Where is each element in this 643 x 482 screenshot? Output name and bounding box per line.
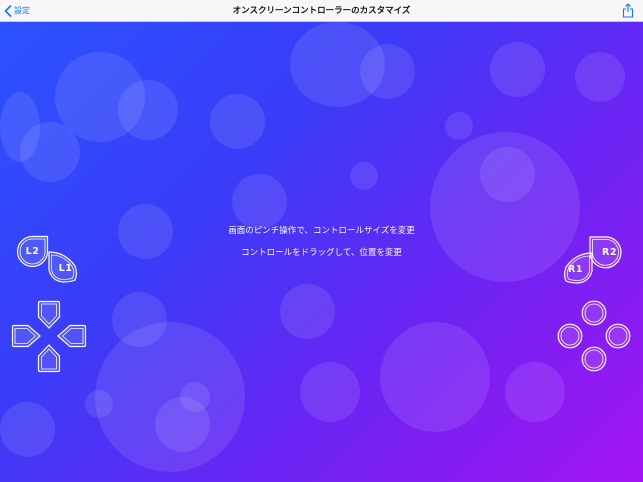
bokeh-decoration — [300, 362, 360, 422]
dpad-left[interactable] — [11, 324, 42, 348]
navigation-bar: 設定 オンスクリーンコントローラーのカスタマイズ — [0, 0, 643, 22]
bokeh-decoration — [360, 44, 415, 99]
bokeh-decoration — [290, 22, 385, 107]
bokeh-decoration — [430, 132, 580, 282]
bokeh-decoration — [505, 362, 565, 422]
bokeh-decoration — [480, 147, 535, 202]
face-button-bottom[interactable] — [581, 346, 607, 372]
bokeh-decoration — [350, 162, 378, 190]
l1-button[interactable]: L1 — [47, 250, 78, 283]
bokeh-decoration — [95, 322, 245, 472]
face-button-top[interactable] — [581, 300, 607, 326]
bokeh-decoration — [85, 390, 113, 418]
bokeh-decoration — [112, 292, 167, 347]
share-button[interactable] — [622, 3, 634, 18]
face-button-right[interactable] — [605, 323, 631, 349]
bokeh-decoration — [380, 322, 490, 432]
page-title: オンスクリーンコントローラーのカスタマイズ — [232, 6, 411, 16]
bokeh-decoration — [490, 42, 545, 97]
bokeh-decoration — [210, 94, 265, 149]
r2-button[interactable]: R2 — [588, 235, 625, 270]
bokeh-decoration — [118, 80, 178, 140]
bokeh-decoration — [575, 52, 625, 102]
bokeh-decoration — [180, 382, 210, 412]
bokeh-decoration — [0, 92, 40, 162]
bokeh-decoration — [0, 402, 55, 457]
face-button-left[interactable] — [557, 323, 583, 349]
l2-button[interactable]: L2 — [16, 235, 49, 268]
bokeh-decoration — [232, 174, 287, 229]
dpad-right[interactable] — [56, 324, 87, 348]
bokeh-decoration — [55, 52, 145, 142]
instruction-drag: コントロールをドラッグして、位置を変更 — [241, 248, 402, 258]
bokeh-decoration — [445, 112, 473, 140]
share-icon — [622, 3, 634, 18]
bokeh-decoration — [155, 397, 210, 452]
bokeh-decoration — [20, 122, 80, 182]
controller-canvas[interactable]: 画面のピンチ操作で、コントロールサイズを変更 コントロールをドラッグして、位置を… — [0, 22, 643, 482]
instruction-pinch: 画面のピンチ操作で、コントロールサイズを変更 — [228, 226, 415, 236]
bokeh-decoration — [280, 284, 335, 339]
